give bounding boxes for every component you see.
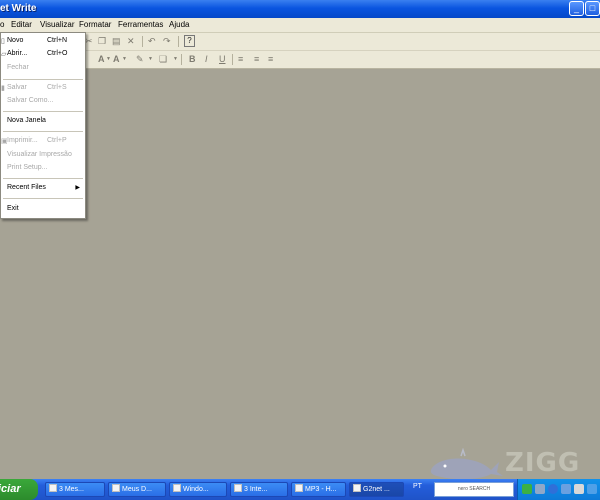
menu-visualizar[interactable]: Visualizar: [40, 20, 75, 29]
standard-toolbar: ✂ ❐ ▤ ✕ ↶ ↷ ?: [0, 33, 600, 51]
whale-logo-icon: [430, 447, 503, 480]
style-icon[interactable]: ❏: [159, 53, 167, 66]
taskbar-item[interactable]: 3 Inte...: [230, 482, 288, 497]
tray-icon[interactable]: [574, 484, 584, 494]
undo-icon[interactable]: ↶: [148, 35, 156, 48]
align-right-icon[interactable]: ≡: [268, 53, 273, 66]
menu-bar: o Editar Visualizar Formatar Ferramentas…: [0, 18, 600, 33]
menu-item-imprimir[interactable]: ▣ Imprimir... Ctrl+P: [1, 135, 85, 148]
browser-icon: [234, 484, 242, 492]
document-workspace[interactable]: [0, 69, 600, 479]
redo-icon[interactable]: ↷: [163, 35, 171, 48]
paste-icon[interactable]: ▤: [112, 35, 121, 48]
open-folder-icon: ▱: [1, 51, 7, 58]
menu-item-nova-janela[interactable]: Nova Janela: [1, 115, 85, 128]
menu-formatar[interactable]: Formatar: [79, 20, 111, 29]
format-toolbar: A ▼ A ▼ ✎ ▼ ❏ ▼ B I U ≡ ≡ ≡: [0, 51, 600, 69]
window-title: et Write: [0, 3, 37, 14]
folder-icon: [49, 484, 57, 492]
menu-item-visualizar-impressao[interactable]: Visualizar Impressão: [1, 149, 85, 162]
submenu-arrow-icon: ▶: [75, 185, 80, 191]
menu-item-print-setup[interactable]: Print Setup...: [1, 162, 85, 175]
menu-separator: [3, 198, 83, 199]
menu-item-abrir[interactable]: ▱ Abrir... Ctrl+O: [1, 48, 85, 61]
start-label: iciar: [0, 483, 21, 495]
window-icon: [173, 484, 181, 492]
taskbar-item[interactable]: Meus D...: [108, 482, 166, 497]
align-center-icon[interactable]: ≡: [254, 53, 259, 66]
chevron-down-icon[interactable]: ▼: [148, 53, 153, 66]
menu-item-fechar[interactable]: Fechar: [1, 62, 85, 75]
minimize-button[interactable]: _: [569, 1, 584, 16]
chevron-down-icon[interactable]: ▼: [173, 53, 178, 66]
menu-item-exit[interactable]: Exit: [1, 203, 85, 216]
cut-icon[interactable]: ✂: [85, 35, 93, 48]
title-bar: et Write _ □: [0, 0, 600, 18]
tray-icon[interactable]: [561, 484, 571, 494]
tray-icon[interactable]: [535, 484, 545, 494]
tray-arrow-icon[interactable]: [522, 484, 532, 494]
chevron-down-icon[interactable]: ▼: [106, 53, 111, 66]
file-menu-dropdown: ▯ Novo Ctrl+N ▱ Abrir... Ctrl+O Fechar ▮…: [0, 32, 86, 219]
toolbar-separator: [181, 54, 182, 65]
highlight-icon[interactable]: ✎: [136, 53, 144, 66]
taskbar-item-active[interactable]: G2net ...: [349, 482, 404, 497]
taskbar-item[interactable]: 3 Mes...: [45, 482, 105, 497]
menu-item-salvar[interactable]: ▮ Salvar Ctrl+S: [1, 82, 85, 95]
bold-button[interactable]: B: [189, 53, 196, 66]
taskbar: iciar 3 Mes... Meus D... Windo... 3 Inte…: [0, 479, 600, 500]
taskbar-item[interactable]: MP3 - H...: [291, 482, 346, 497]
align-left-icon[interactable]: ≡: [238, 53, 243, 66]
folder-icon: [112, 484, 120, 492]
nero-search-box[interactable]: nero SEARCH: [434, 482, 514, 497]
help-icon[interactable]: ?: [184, 35, 195, 47]
tray-icon[interactable]: [587, 484, 597, 494]
save-icon: ▮: [1, 85, 5, 92]
italic-button[interactable]: I: [205, 53, 208, 66]
menu-separator: [3, 111, 83, 112]
menu-separator: [3, 178, 83, 179]
menu-ajuda[interactable]: Ajuda: [169, 20, 189, 29]
font-color-icon[interactable]: A: [98, 53, 105, 66]
menu-separator: [3, 131, 83, 132]
start-button[interactable]: iciar: [0, 479, 38, 500]
font-background-icon[interactable]: A: [113, 53, 120, 66]
menu-arquivo[interactable]: o: [0, 20, 4, 29]
menu-item-novo[interactable]: ▯ Novo Ctrl+N: [1, 35, 85, 48]
menu-item-salvar-como[interactable]: Salvar Como...: [1, 95, 85, 108]
underline-button[interactable]: U: [219, 53, 226, 66]
menu-separator: [3, 79, 83, 80]
menu-ferramentas[interactable]: Ferramentas: [118, 20, 163, 29]
tray-ie-icon[interactable]: [548, 484, 558, 494]
taskbar-item[interactable]: Windo...: [169, 482, 227, 497]
folder-icon: [295, 484, 303, 492]
maximize-button[interactable]: □: [585, 1, 600, 16]
menu-editar[interactable]: Editar: [11, 20, 32, 29]
watermark: ZIGG: [425, 447, 579, 482]
new-document-icon: ▯: [1, 38, 5, 45]
system-tray: [517, 479, 600, 500]
copy-icon[interactable]: ❐: [98, 35, 106, 48]
chevron-down-icon[interactable]: ▼: [122, 53, 127, 66]
menu-item-recent-files[interactable]: Recent Files ▶: [1, 182, 85, 195]
document-icon: [353, 484, 361, 492]
delete-icon[interactable]: ✕: [127, 35, 135, 48]
language-indicator[interactable]: PT: [413, 483, 422, 490]
watermark-text: ZIGG: [505, 448, 581, 478]
toolbar-separator: [142, 36, 143, 47]
toolbar-separator: [232, 54, 233, 65]
toolbar-separator: [178, 36, 179, 47]
